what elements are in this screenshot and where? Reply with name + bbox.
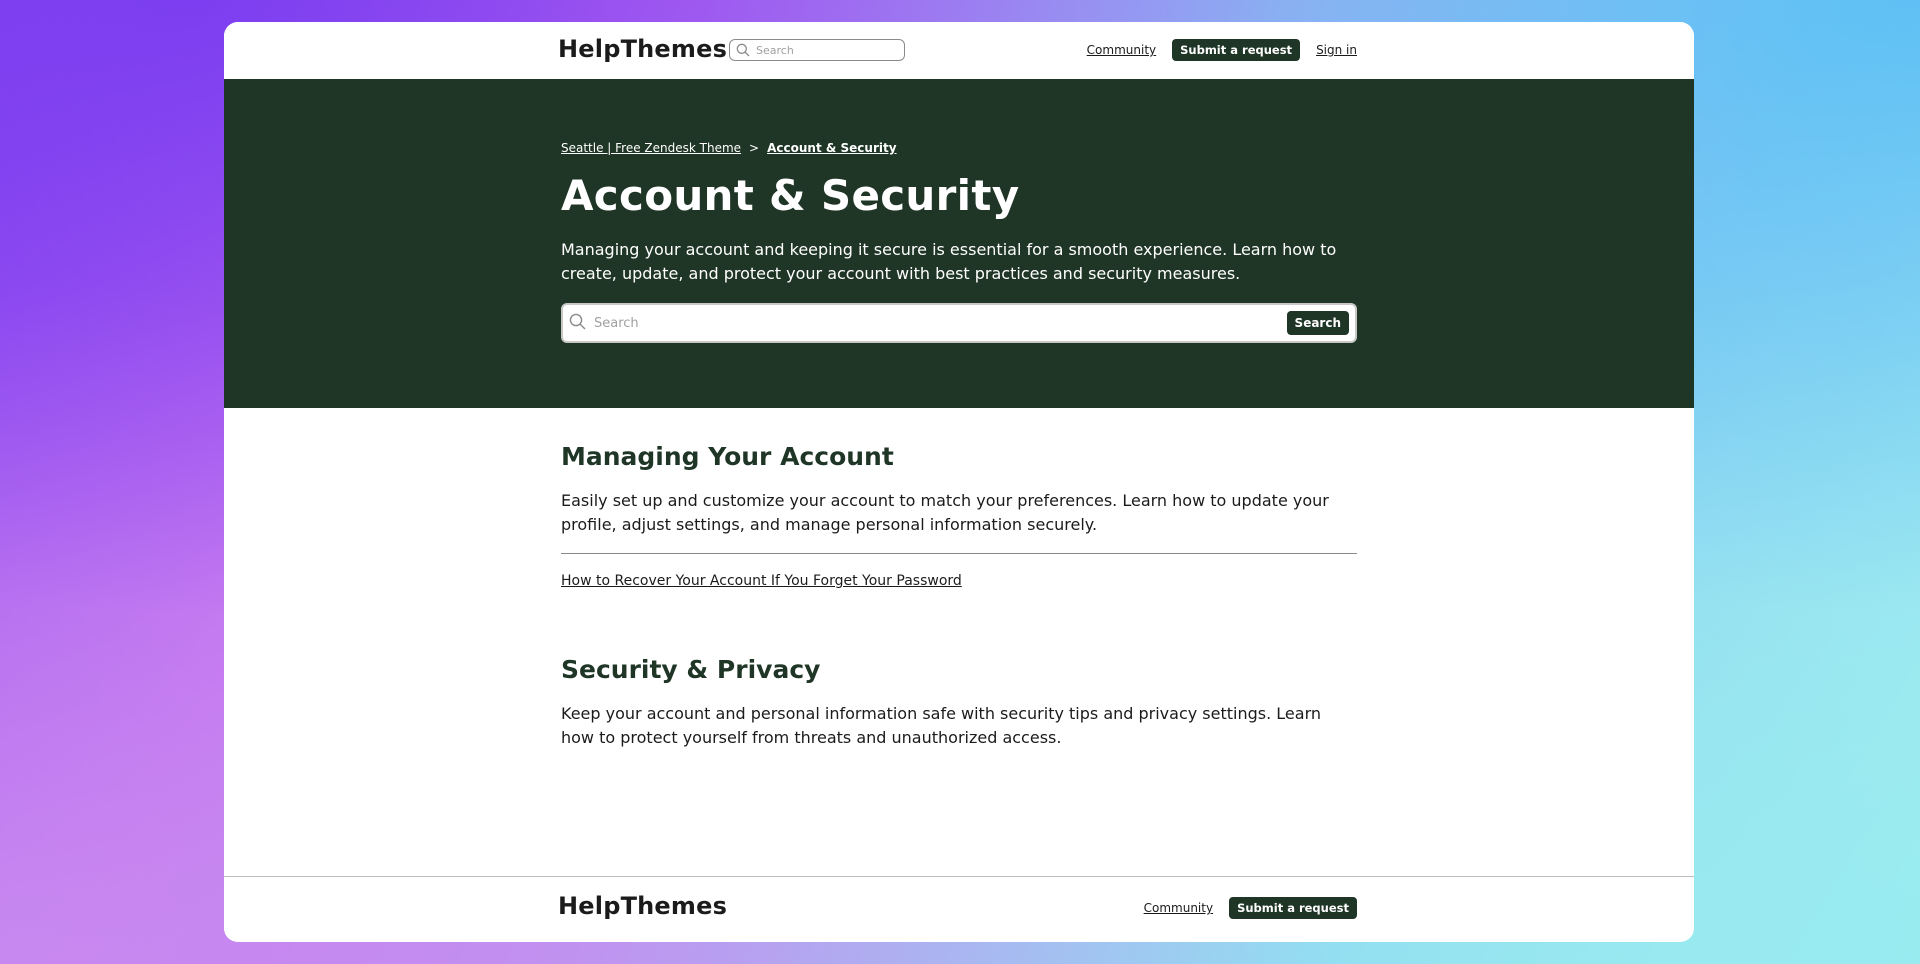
page-description: Managing your account and keeping it sec…	[561, 240, 1337, 283]
section-security-privacy: Security & Privacy Keep your account and…	[561, 655, 1357, 750]
breadcrumb: Seattle | Free Zendesk Theme > Account &…	[561, 141, 1356, 155]
divider	[561, 553, 1357, 554]
section-title[interactable]: Managing Your Account	[561, 442, 1357, 471]
footer-submit-request-button[interactable]: Submit a request	[1229, 897, 1357, 919]
footer-community-link[interactable]: Community	[1144, 901, 1213, 915]
section-description: Easily set up and customize your account…	[561, 491, 1329, 534]
breadcrumb-current-link[interactable]: Account & Security	[767, 141, 896, 155]
section-title[interactable]: Security & Privacy	[561, 655, 1357, 684]
article-link[interactable]: How to Recover Your Account If You Forge…	[561, 573, 962, 589]
header-search-input[interactable]	[754, 42, 898, 58]
submit-request-button[interactable]: Submit a request	[1172, 39, 1301, 61]
section-description: Keep your account and personal informati…	[561, 704, 1321, 747]
section-list: Managing Your Account Easily set up and …	[561, 442, 1357, 750]
site-logo[interactable]: HelpThemes	[558, 35, 727, 63]
hero-content: Seattle | Free Zendesk Theme > Account &…	[561, 141, 1357, 343]
search-icon	[736, 43, 750, 57]
site-header: HelpThemes Community Submit a request Si…	[224, 22, 1694, 81]
site-footer: HelpThemes Community Submit a request	[224, 876, 1694, 942]
help-center-window: HelpThemes Community Submit a request Si…	[224, 22, 1694, 942]
footer-nav: Community Submit a request	[1144, 897, 1357, 919]
breadcrumb-separator: >	[749, 141, 760, 155]
page-title: Account & Security	[561, 171, 1020, 220]
header-nav: Community Submit a request Sign in	[1087, 39, 1357, 61]
hero-search-button[interactable]: Search	[1286, 311, 1349, 335]
hero-banner: Seattle | Free Zendesk Theme > Account &…	[224, 81, 1694, 408]
search-icon	[569, 313, 586, 334]
hero-search-box[interactable]: Search	[561, 303, 1357, 343]
breadcrumb-home-link[interactable]: Seattle | Free Zendesk Theme	[561, 141, 741, 155]
section-managing-account: Managing Your Account Easily set up and …	[561, 442, 1357, 589]
footer-logo[interactable]: HelpThemes	[558, 892, 727, 920]
community-link[interactable]: Community	[1087, 43, 1156, 57]
header-search-box[interactable]	[729, 39, 905, 61]
hero-search-input[interactable]	[592, 314, 1287, 332]
sign-in-link[interactable]: Sign in	[1316, 43, 1357, 57]
